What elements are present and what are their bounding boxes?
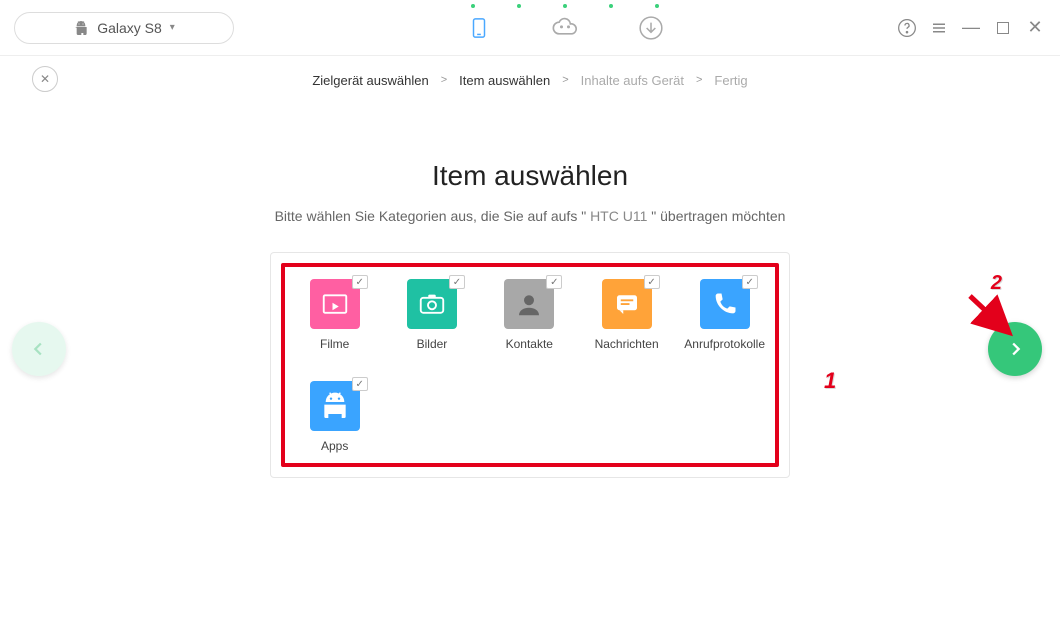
category-label: Nachrichten: [595, 337, 659, 351]
category-label: Kontakte: [506, 337, 553, 351]
breadcrumb: Zielgerät auswählen > Item auswählen > I…: [312, 73, 747, 88]
category-messages[interactable]: ✓ Nachrichten: [587, 279, 666, 351]
prev-button[interactable]: [12, 322, 66, 376]
chevron-right-icon: >: [562, 74, 568, 86]
movies-icon: ✓: [310, 279, 360, 329]
category-card: ✓ Filme ✓ Bilder ✓ Kontakte: [270, 252, 790, 478]
chevron-down-icon: ▾: [170, 22, 175, 33]
device-selector-label: Galaxy S8: [97, 20, 162, 36]
main-content: Item auswählen Bitte wählen Sie Kategori…: [0, 104, 1060, 478]
device-selector[interactable]: Galaxy S8 ▾: [14, 12, 234, 44]
indicator-dots: [471, 4, 659, 8]
breadcrumb-step-3: Inhalte aufs Gerät: [581, 73, 684, 88]
chevron-right-icon: >: [696, 74, 702, 86]
breadcrumb-step-1[interactable]: Zielgerät auswählen: [312, 73, 428, 88]
checkbox-checked-icon[interactable]: ✓: [742, 275, 758, 289]
photos-icon: ✓: [407, 279, 457, 329]
category-label: Filme: [320, 337, 349, 351]
breadcrumb-step-4: Fertig: [714, 73, 747, 88]
android-icon: [73, 20, 89, 36]
category-movies[interactable]: ✓ Filme: [295, 279, 374, 351]
page-title: Item auswählen: [0, 160, 1060, 192]
close-wizard-button[interactable]: ✕: [32, 66, 58, 92]
breadcrumb-step-2[interactable]: Item auswählen: [459, 73, 550, 88]
menu-button[interactable]: [928, 17, 950, 39]
mode-switcher: [234, 10, 896, 46]
window-controls: — ✕: [896, 17, 1046, 39]
mode-phone-button[interactable]: [461, 10, 497, 46]
top-bar: Galaxy S8 ▾ — ✕: [0, 0, 1060, 56]
category-photos[interactable]: ✓ Bilder: [392, 279, 471, 351]
mode-cloud-button[interactable]: [547, 10, 583, 46]
messages-icon: ✓: [602, 279, 652, 329]
help-button[interactable]: [896, 17, 918, 39]
minimize-button[interactable]: —: [960, 17, 982, 39]
checkbox-checked-icon[interactable]: ✓: [546, 275, 562, 289]
checkbox-checked-icon[interactable]: ✓: [352, 275, 368, 289]
breadcrumb-row: ✕ Zielgerät auswählen > Item auswählen >…: [0, 56, 1060, 104]
mode-download-button[interactable]: [633, 10, 669, 46]
category-label: Anrufprotokolle: [684, 337, 765, 351]
annotation-1: 1: [824, 368, 836, 394]
maximize-button[interactable]: [992, 17, 1014, 39]
category-label: Bilder: [417, 337, 448, 351]
contacts-icon: ✓: [504, 279, 554, 329]
category-calls[interactable]: ✓ Anrufprotokolle: [684, 279, 765, 351]
close-window-button[interactable]: ✕: [1024, 17, 1046, 39]
category-label: Apps: [321, 439, 348, 453]
category-grid: ✓ Filme ✓ Bilder ✓ Kontakte: [281, 263, 779, 467]
calls-icon: ✓: [700, 279, 750, 329]
category-contacts[interactable]: ✓ Kontakte: [490, 279, 569, 351]
annotation-arrow-icon: [964, 290, 1014, 340]
chevron-right-icon: >: [441, 74, 447, 86]
apps-icon: ✓: [310, 381, 360, 431]
page-subtitle: Bitte wählen Sie Kategorien aus, die Sie…: [0, 208, 1060, 224]
checkbox-checked-icon[interactable]: ✓: [644, 275, 660, 289]
target-device-name: HTC U11: [590, 208, 647, 224]
category-apps[interactable]: ✓ Apps: [295, 381, 374, 453]
checkbox-checked-icon[interactable]: ✓: [352, 377, 368, 391]
checkbox-checked-icon[interactable]: ✓: [449, 275, 465, 289]
